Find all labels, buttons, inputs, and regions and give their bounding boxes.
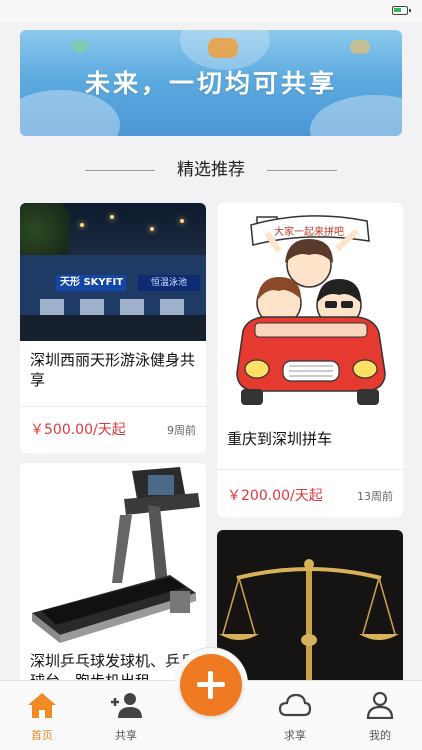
add-listing-button[interactable]	[180, 654, 242, 716]
listing-title: 深圳西丽天形游泳健身共享	[30, 351, 196, 389]
promo-banner[interactable]: 未来，一切均可共享	[20, 30, 402, 136]
home-icon	[28, 693, 56, 718]
car-banner-text: 大家一起来拼吧	[274, 225, 344, 238]
tab-label: 求享	[284, 729, 306, 742]
listing-image: 大家一起来拼吧	[217, 203, 403, 423]
tab-me[interactable]: 我的	[338, 681, 422, 750]
listing-time: 13周前	[357, 490, 393, 503]
add-user-icon	[111, 693, 142, 718]
status-bar	[0, 0, 422, 22]
section-header: 精选推荐	[0, 158, 422, 182]
tab-label: 共享	[115, 729, 137, 742]
tab-label: 我的	[369, 729, 391, 742]
pool-sign: 恒温泳池	[138, 275, 200, 291]
listing-price: ￥500.00/天起	[30, 422, 126, 438]
listing-card[interactable]: 天形 SKYFIT 恒温泳池 深圳西丽天形游泳健身共享 ￥500.00/天起 9…	[20, 203, 206, 453]
cloud-icon	[278, 693, 312, 717]
tab-request[interactable]: 求享	[253, 681, 337, 750]
battery-level	[394, 8, 401, 12]
user-icon	[366, 691, 394, 719]
card-divider	[217, 469, 403, 470]
gym-sign: 天形 SKYFIT	[56, 275, 126, 291]
listing-image	[20, 463, 206, 653]
tab-share[interactable]: 共享	[84, 681, 168, 750]
listing-card[interactable]: 大家一起来拼吧 重庆到深圳拼车 ￥200.00/天起 13周前	[217, 203, 403, 517]
tab-label: 首页	[31, 729, 53, 742]
section-title: 精选推荐	[177, 160, 245, 180]
listing-price: ￥200.00/天起	[227, 488, 323, 504]
listing-title: 重庆到深圳拼车	[227, 430, 333, 448]
listing-image	[217, 530, 403, 690]
listing-time: 9周前	[167, 424, 196, 437]
listing-image: 天形 SKYFIT 恒温泳池	[20, 203, 206, 341]
battery-icon	[392, 6, 411, 15]
listing-card[interactable]: 深圳乒乓球发球机、乒乓球台，跑步机出租	[20, 463, 206, 693]
divider-right	[267, 170, 337, 171]
banner-title: 未来，一切均可共享	[84, 69, 337, 98]
tab-home[interactable]: 首页	[0, 681, 84, 750]
card-divider	[20, 406, 206, 407]
